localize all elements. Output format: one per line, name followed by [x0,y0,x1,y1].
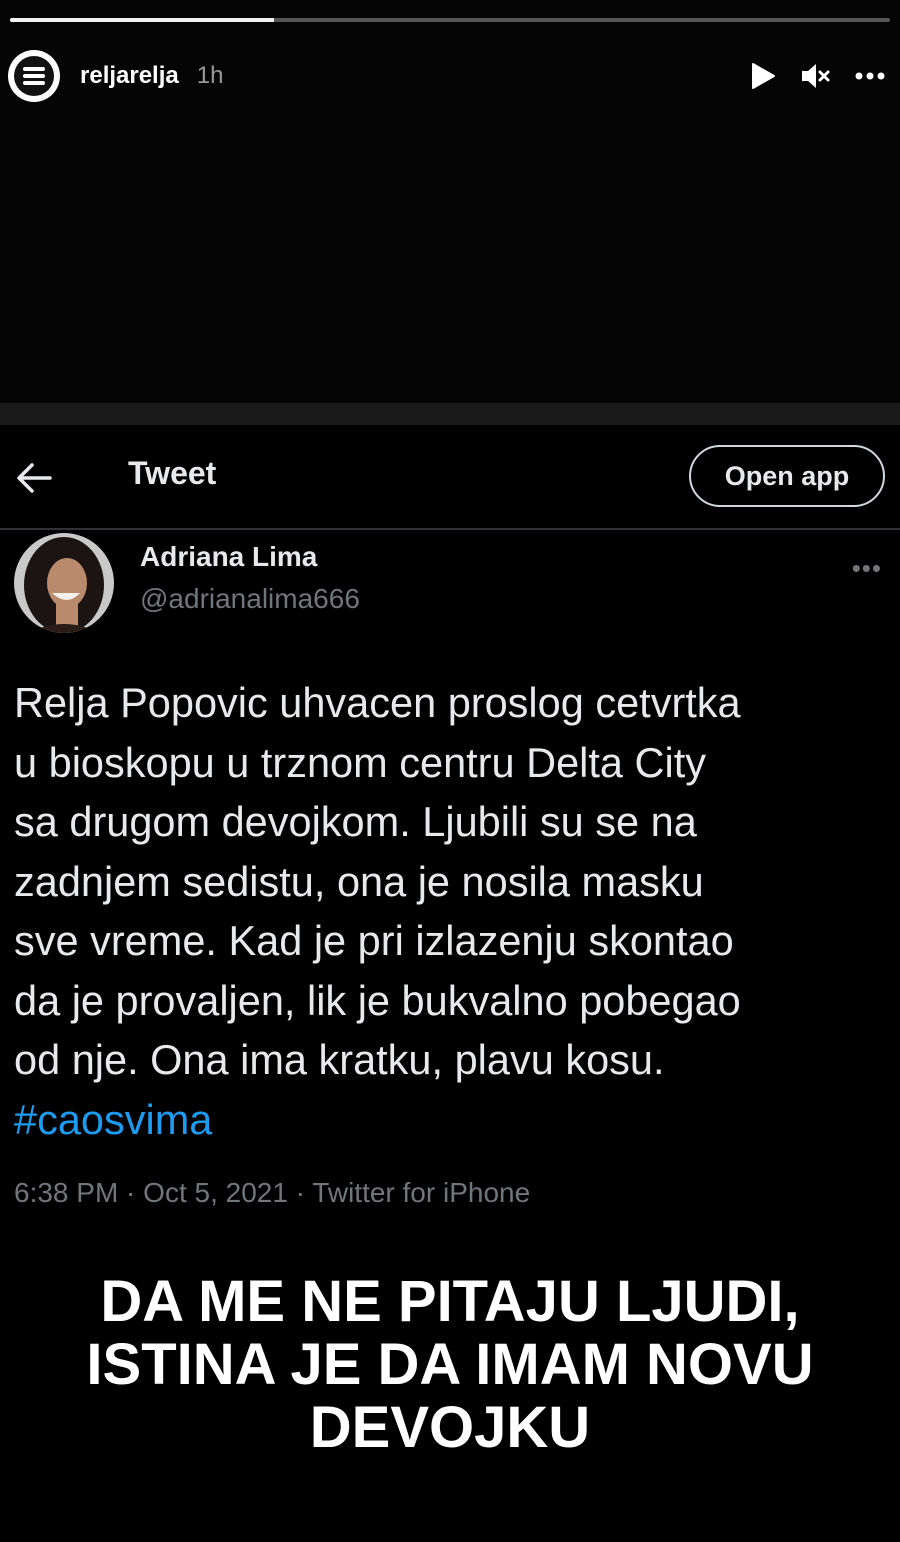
author-name[interactable]: Adriana Lima [140,541,317,573]
story-caption: DA ME NE PITAJU LJUDI, ISTINA JE DA IMAM… [0,1270,900,1459]
open-app-button[interactable]: Open app [689,445,885,507]
back-arrow-icon[interactable] [14,460,54,496]
tweet-text: Relja Popovic uhvacen proslog cetvrtka u… [14,673,890,1149]
tweet-more-icon[interactable]: ••• [852,553,882,584]
tweet-text-line: sve vreme. Kad je pri izlazenju skontao [14,917,734,964]
story-username[interactable]: reljarelja [80,62,179,90]
tweet-page-title: Tweet [128,455,217,491]
mute-icon[interactable] [800,62,830,90]
story-progress-fill [10,18,274,22]
screenshot-top-edge [0,403,900,425]
story-progress-bar [10,18,890,22]
author-avatar[interactable] [14,533,114,633]
story-header: reljarelja 1h [8,46,886,106]
hashtag-link[interactable]: #caosvima [14,1096,212,1143]
tweet-text-line: Relja Popovic uhvacen proslog cetvrtka [14,679,741,726]
channel-logo-icon[interactable] [8,50,60,102]
author-handle[interactable]: @adrianalima666 [140,583,360,615]
tweet-text-line: da je provaljen, lik je bukvalno pobegao [14,976,741,1024]
caption-line: DEVOJKU [309,1395,591,1460]
tweet-meta: 6:38 PM · Oct 5, 2021 · Twitter for iPho… [14,1177,531,1208]
tweet-text-line: od nje. Ona ima kratku, plavu kosu. [14,1036,665,1083]
caption-line: ISTINA JE DA IMAM NOVU [86,1332,814,1397]
tweet-text-line: sa drugom devojkom. Ljubili su se na [14,798,697,845]
tweet-text-line: u bioskopu u trznom centru Delta City [14,738,706,786]
story-controls [750,62,886,90]
story-time: 1h [196,62,224,89]
play-icon[interactable] [750,62,776,90]
more-icon[interactable] [854,71,886,81]
caption-line: DA ME NE PITAJU LJUDI, [100,1269,800,1334]
tweet-text-line: zadnjem sedistu, ona je nosila masku [14,857,704,905]
tweet-topbar: Tweet Open app [0,425,900,530]
